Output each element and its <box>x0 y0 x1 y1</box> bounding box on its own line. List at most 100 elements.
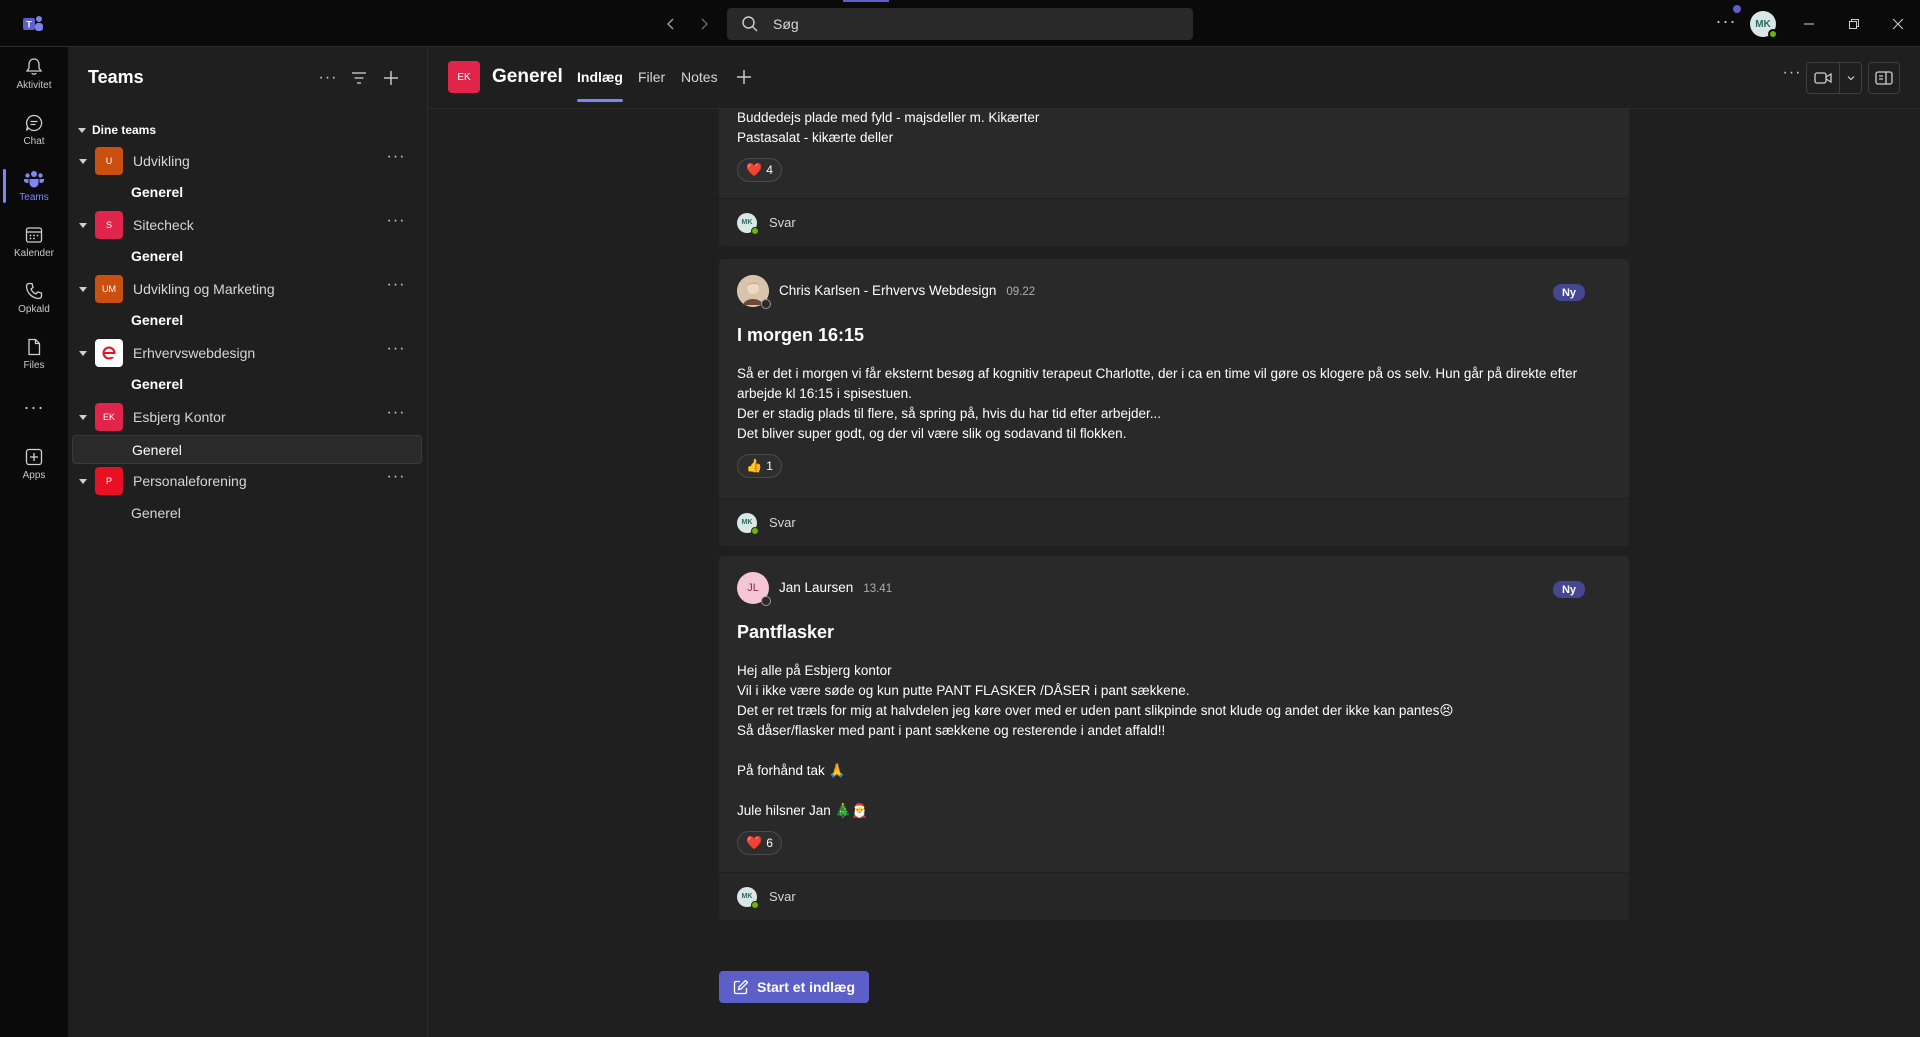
minimize-button[interactable] <box>1797 12 1821 36</box>
search-box[interactable] <box>727 8 1193 40</box>
team-udvikling[interactable]: U Udvikling ··· <box>76 146 416 176</box>
team-name: Personaleforening <box>133 473 247 489</box>
loading-indicator <box>843 0 889 2</box>
rail-label: Files <box>23 360 45 371</box>
team-avatar: P <box>95 467 123 495</box>
channel-generel[interactable]: Generel <box>72 305 422 334</box>
search-icon <box>741 15 759 33</box>
reply-label: Svar <box>769 889 796 904</box>
team-name: Esbjerg Kontor <box>133 409 226 425</box>
message-line: Det er ret træls for mig at halvdelen je… <box>737 703 1454 718</box>
channel-info-panel-icon[interactable] <box>1868 62 1900 94</box>
message-line: Jule hilsner Jan 🎄🎅 <box>737 803 869 818</box>
reaction-count: 1 <box>766 459 773 473</box>
teams-logo-icon: T <box>22 13 44 35</box>
message-line: Det bliver super godt, og der vil være s… <box>737 426 1127 441</box>
rail-label: Chat <box>23 136 45 147</box>
reaction-heart[interactable]: ❤️ 4 <box>737 158 782 182</box>
channel-more-button[interactable]: ··· <box>1780 65 1804 89</box>
posts-feed: Buddedejs plade med fyld - majsdeller m.… <box>428 109 1920 1037</box>
post-author: Jan Laursen 13.41 <box>779 580 892 595</box>
message-line: Så dåser/flasker med pant i pant sækkene… <box>737 723 1166 738</box>
teams-panel-title: Teams <box>88 67 144 87</box>
reply-button[interactable]: MK Svar <box>719 872 1629 920</box>
phone-icon <box>24 281 44 301</box>
more-icon: ··· <box>23 397 45 417</box>
message-line: På forhånd tak 🙏 <box>737 763 846 778</box>
tab-notes[interactable]: Notes <box>681 69 718 85</box>
restore-button[interactable] <box>1842 12 1866 36</box>
add-team-icon[interactable] <box>379 66 403 90</box>
rail-item-activity[interactable]: Aktivitet <box>0 47 68 101</box>
your-teams-section[interactable]: Dine teams <box>78 123 156 137</box>
presence-available-icon <box>751 900 759 909</box>
thumbs-up-icon: 👍 <box>746 458 763 473</box>
filter-icon[interactable] <box>347 66 371 90</box>
rail-label: Kalender <box>13 248 55 259</box>
reply-button[interactable]: MK Svar <box>719 198 1629 246</box>
channel-generel[interactable]: Generel <box>72 498 422 527</box>
rail-label: Aktivitet <box>16 80 52 91</box>
teams-more-button[interactable]: ··· <box>316 66 340 90</box>
team-more-button[interactable]: ··· <box>384 341 408 365</box>
rail-item-chat[interactable]: Chat <box>0 103 68 157</box>
teams-icon <box>23 169 45 189</box>
team-avatar: EK <box>95 403 123 431</box>
user-avatar[interactable]: MK <box>1750 11 1778 39</box>
rail-item-files[interactable]: Files <box>0 327 68 381</box>
team-avatar: U <box>95 147 123 175</box>
team-more-button[interactable]: ··· <box>384 405 408 429</box>
channel-generel[interactable]: Generel <box>72 369 422 398</box>
author-avatar-photo <box>737 275 771 309</box>
message-line: Buddedejs plade med fyld - majsdeller m.… <box>737 110 1040 125</box>
back-arrow-icon[interactable] <box>660 13 682 35</box>
team-sitecheck[interactable]: S Sitecheck ··· <box>76 210 416 240</box>
chevron-down-icon[interactable] <box>1839 63 1861 93</box>
close-window-button[interactable] <box>1886 12 1910 36</box>
message-line: Pastasalat - kikærte deller <box>737 130 894 145</box>
reaction-like[interactable]: 👍 1 <box>737 454 782 478</box>
rail-label: Apps <box>22 470 46 481</box>
team-esbjerg-kontor[interactable]: EK Esbjerg Kontor ··· <box>76 402 416 432</box>
bell-icon <box>24 57 44 77</box>
channel-generel[interactable]: Generel <box>72 177 422 206</box>
teams-panel: Teams ··· Dine teams U Udvikling ··· Gen… <box>68 47 428 1037</box>
author-name: Jan Laursen <box>779 580 854 595</box>
team-more-button[interactable]: ··· <box>384 213 408 237</box>
tab-posts[interactable]: Indlæg <box>577 69 623 102</box>
tab-files[interactable]: Filer <box>638 69 665 85</box>
channel-generel[interactable]: Generel <box>72 241 422 270</box>
channel-generel-selected[interactable]: Generel <box>72 435 422 464</box>
reply-avatar: MK <box>737 512 759 535</box>
team-erhvervswebdesign[interactable]: Erhvervswebdesign ··· <box>76 338 416 368</box>
rail-item-teams[interactable]: Teams <box>0 159 68 213</box>
chat-icon <box>24 113 44 133</box>
chevron-down-icon <box>79 478 87 484</box>
video-camera-icon[interactable] <box>1807 63 1839 93</box>
author-name: Chris Karlsen - Erhvervs Webdesign <box>779 283 997 298</box>
rail-item-calls[interactable]: Opkald <box>0 271 68 325</box>
chevron-down-icon <box>78 127 86 133</box>
message-line: Så er det i morgen vi får eksternt besøg… <box>737 366 1578 381</box>
add-tab-icon[interactable] <box>732 65 756 89</box>
rail-label: Teams <box>19 192 49 203</box>
settings-more-button[interactable]: ··· <box>1714 12 1738 36</box>
team-more-button[interactable]: ··· <box>384 277 408 301</box>
team-more-button[interactable]: ··· <box>384 469 408 493</box>
reaction-heart[interactable]: ❤️ 6 <box>737 831 782 855</box>
user-initials: MK <box>1755 18 1771 30</box>
reaction-count: 4 <box>766 163 773 177</box>
rail-item-apps[interactable]: Apps <box>0 437 68 491</box>
reply-avatar: MK <box>737 212 759 235</box>
channel-title: Generel <box>492 66 563 87</box>
rail-item-calendar[interactable]: Kalender <box>0 215 68 269</box>
new-badge: Ny <box>1553 284 1585 301</box>
team-udvikling-og-marketing[interactable]: UM Udvikling og Marketing ··· <box>76 274 416 304</box>
reply-button[interactable]: MK Svar <box>719 498 1629 546</box>
team-personaleforening[interactable]: P Personaleforening ··· <box>76 466 416 496</box>
team-more-button[interactable]: ··· <box>384 149 408 173</box>
start-post-button[interactable]: Start et indlæg <box>719 971 870 1003</box>
forward-arrow-icon[interactable] <box>693 13 715 35</box>
search-input[interactable] <box>773 16 1153 32</box>
